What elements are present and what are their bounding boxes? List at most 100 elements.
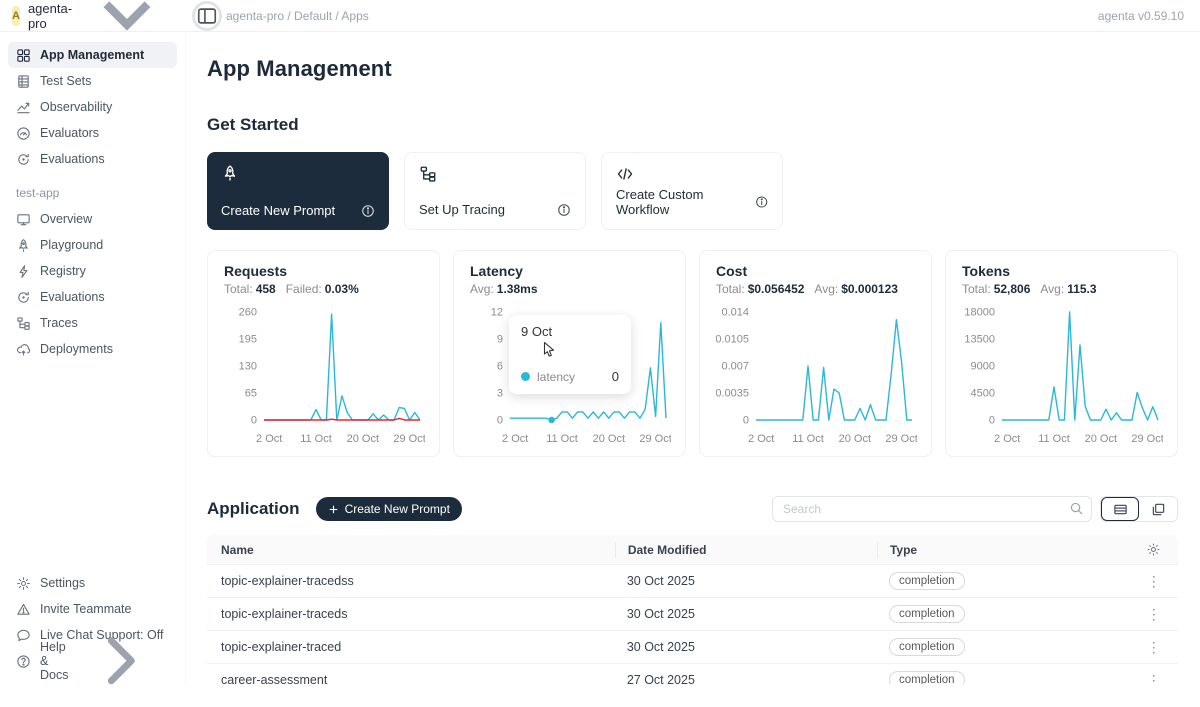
chart-icon [16,100,31,115]
sidebar-item-label: Settings [40,576,85,590]
sidebar-item-test-sets[interactable]: Test Sets [8,68,177,94]
triangle-icon [16,602,31,617]
main-content: App Management Get Started Create New Pr… [186,32,1200,684]
set-up-tracing-card[interactable]: Set Up Tracing [404,152,586,230]
table-row[interactable]: topic-explainer-traceds30 Oct 2025comple… [207,597,1178,630]
svg-text:29 Oct: 29 Oct [1131,433,1163,445]
sidebar-item-evaluations[interactable]: Evaluations [8,284,177,310]
svg-text:11 Oct: 11 Oct [792,433,824,445]
date-modified-cell: 30 Oct 2025 [615,640,877,654]
tree-icon [419,165,437,183]
tokens-chart-card: TokensTotal:52,806Avg:115.30450090001350… [945,250,1178,457]
card-view-button[interactable] [1139,497,1177,521]
cloud-icon [16,342,31,357]
svg-text:11 Oct: 11 Oct [546,433,578,445]
view-toggle-group [1100,496,1178,522]
chart-stat: Total:458 [224,282,276,296]
sidebar-toggle-ring [192,1,222,31]
type-cell: completion [877,572,1129,590]
stat-label: Total: [962,282,991,296]
tree-icon [16,316,31,331]
type-badge: completion [889,572,965,590]
column-header-date-modified[interactable]: Date Modified [615,542,877,558]
info-icon[interactable] [755,195,768,209]
kebab-menu-icon[interactable]: ⋮ [1147,607,1161,621]
sidebar-item-observability[interactable]: Observability [8,94,177,120]
requests-chart[interactable]: 0651301952602 Oct11 Oct20 Oct29 Oct [224,302,425,452]
table-settings-gear-icon[interactable] [1146,542,1161,557]
sidebar-item-evaluations[interactable]: Evaluations [8,146,177,172]
chart-cards-row: RequestsTotal:458Failed:0.03%06513019526… [207,250,1178,457]
svg-text:2 Oct: 2 Oct [256,433,282,445]
date-modified-cell: 27 Oct 2025 [615,673,877,684]
date-modified-cell: 30 Oct 2025 [615,607,877,621]
latency-chart-title: Latency [470,263,669,279]
workspace-selector[interactable]: A agenta-pro [0,0,186,62]
stat-label: Avg: [470,282,494,296]
tokens-chart[interactable]: 04500900013500180002 Oct11 Oct20 Oct29 O… [962,302,1163,452]
chart-stats: Avg:1.38ms [470,282,669,296]
plus-icon [328,504,339,515]
actions-cell: ⋮ [1129,574,1178,588]
svg-text:9: 9 [497,334,503,346]
info-icon[interactable] [361,204,375,218]
type-badge: completion [889,638,965,656]
svg-text:0.0035: 0.0035 [716,388,749,400]
column-header-name[interactable]: Name [207,543,615,557]
table-view-button[interactable] [1101,497,1139,521]
table-view-icon [1113,502,1128,517]
create-custom-workflow-card[interactable]: Create Custom Workflow [601,152,783,230]
card-view-icon [1151,502,1166,517]
stat-value: $0.000123 [841,282,898,296]
sidebar-item-settings[interactable]: Settings [8,570,177,596]
chart-tooltip: 9 Octlatency0 [509,315,631,394]
application-table: Name Date Modified Type topic-explainer-… [207,535,1178,684]
search-input[interactable] [772,496,1092,522]
stat-value: 458 [256,282,276,296]
actions-cell: ⋮ [1129,640,1178,654]
workspace-name: agenta-pro [28,1,72,31]
kebab-menu-icon[interactable]: ⋮ [1147,673,1161,684]
svg-text:20 Oct: 20 Oct [1085,433,1117,445]
svg-text:0.0105: 0.0105 [716,334,749,346]
breadcrumb[interactable]: agenta-pro / Default / Apps [226,9,369,23]
tooltip-value: 0 [612,369,619,384]
table-row[interactable]: career-assessment27 Oct 2025completion⋮ [207,663,1178,684]
stat-label: Total: [716,282,745,296]
cost-chart[interactable]: 00.00350.0070.01050.0142 Oct11 Oct20 Oct… [716,302,917,452]
svg-text:18000: 18000 [964,307,995,319]
actions-cell: ⋮ [1129,673,1178,684]
table-header-row: Name Date Modified Type [207,535,1178,564]
create-new-prompt-card[interactable]: Create New Prompt [207,152,389,230]
sidebar-item-overview[interactable]: Overview [8,206,177,232]
column-header-type[interactable]: Type [877,542,1129,558]
sidebar-item-label: Traces [40,316,78,330]
chart-stat: Failed:0.03% [286,282,359,296]
question-icon [16,654,31,669]
create-new-prompt-button[interactable]: Create New Prompt [316,497,462,521]
sidebar-toggle-button[interactable] [196,5,218,27]
sidebar-item-traces[interactable]: Traces [8,310,177,336]
svg-text:20 Oct: 20 Oct [593,433,625,445]
svg-text:2 Oct: 2 Oct [502,433,528,445]
sidebar-item-evaluators[interactable]: Evaluators [8,120,177,146]
svg-text:0.007: 0.007 [721,361,749,373]
svg-text:0: 0 [989,415,995,427]
info-icon[interactable] [557,203,571,217]
table-row[interactable]: topic-explainer-traced30 Oct 2025complet… [207,630,1178,663]
table-row[interactable]: topic-explainer-tracedss30 Oct 2025compl… [207,564,1178,597]
sidebar-item-deployments[interactable]: Deployments [8,336,177,362]
chart-stats: Total:458 Failed:0.03% [224,282,423,296]
chart-stat: Avg:115.3 [1040,282,1096,296]
kebab-menu-icon[interactable]: ⋮ [1147,574,1161,588]
stat-label: Avg: [1040,282,1064,296]
app-name-cell: topic-explainer-tracedss [207,574,615,588]
sidebar-item-help-docs[interactable]: Help & Docs [8,648,177,674]
sidebar-item-label: Playground [40,238,103,252]
workspace-avatar: A [12,6,20,26]
sidebar-item-playground[interactable]: Playground [8,232,177,258]
search-icon[interactable] [1069,501,1084,516]
kebab-menu-icon[interactable]: ⋮ [1147,640,1161,654]
get-started-cards-row: Create New PromptSet Up TracingCreate Cu… [207,152,1178,230]
sidebar-item-registry[interactable]: Registry [8,258,177,284]
